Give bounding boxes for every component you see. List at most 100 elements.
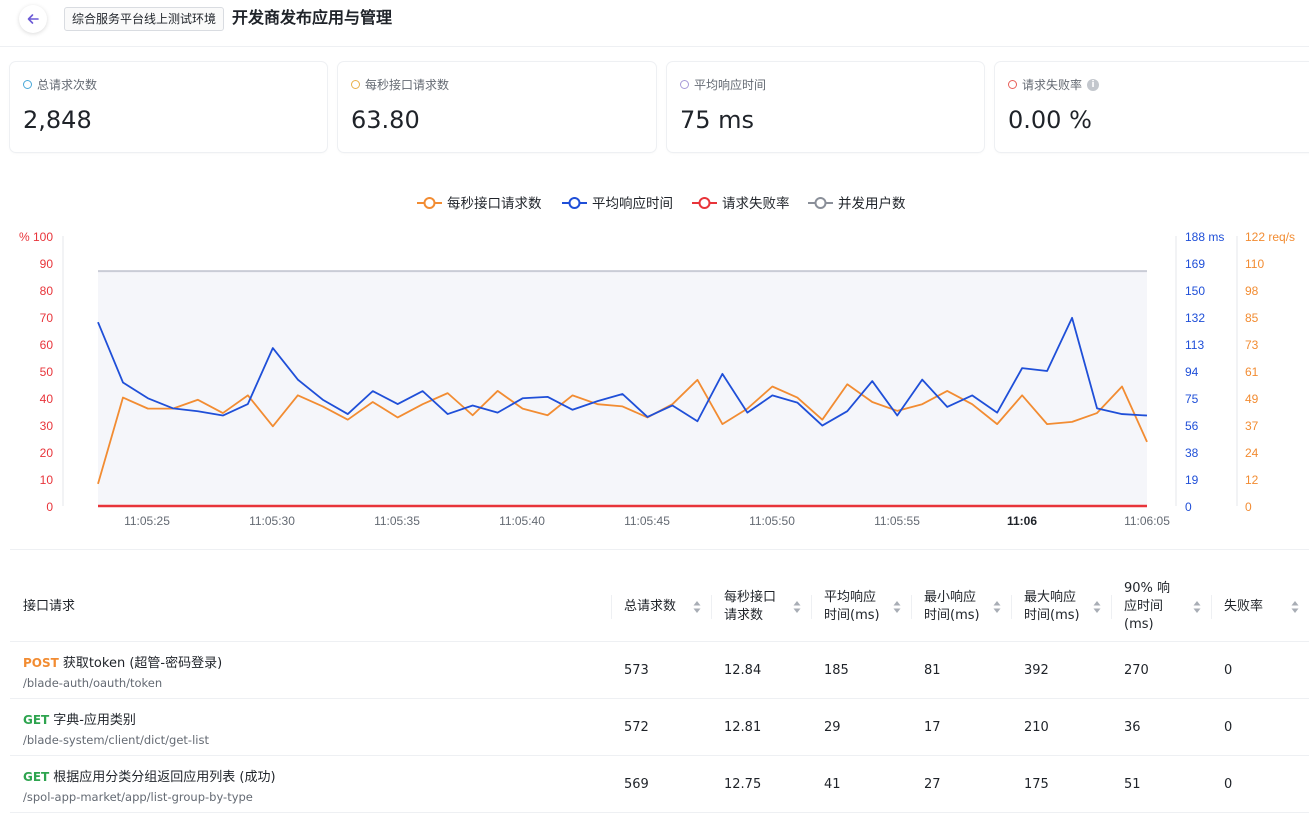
cell-total-requests: 573 <box>624 662 649 678</box>
api-name: GET 字典-应用类别 <box>23 713 136 728</box>
y-tick-left: 50 <box>40 365 54 379</box>
table-row[interactable]: GET 字典-应用类别 /blade-system/client/dict/get… <box>10 699 1309 756</box>
sort-icon[interactable] <box>993 600 1001 614</box>
status-dot-icon <box>680 80 689 89</box>
stat-card-avg-response-time: 平均响应时间 75 ms <box>667 62 984 152</box>
y-tick-right-ms: 56 <box>1185 419 1199 433</box>
cell-min-response: 81 <box>924 662 941 678</box>
sort-icon[interactable] <box>1093 600 1101 614</box>
api-name: GET 根据应用分类分组返回应用列表 (成功) <box>23 770 276 785</box>
x-tick-label: 11:06:05 <box>1124 514 1170 528</box>
column-header-total-requests[interactable]: 总请求数 <box>611 573 711 641</box>
y-tick-left: 30 <box>40 419 54 433</box>
legend-marker-icon <box>423 197 436 209</box>
sort-icon[interactable] <box>693 600 701 614</box>
y-tick-right-req: 61 <box>1245 365 1259 379</box>
cell-max-response: 175 <box>1024 776 1049 792</box>
cell-avg-response: 29 <box>824 719 841 735</box>
column-header-min-response[interactable]: 最小响应 时间(ms) <box>911 573 1011 641</box>
arrow-left-icon <box>27 14 39 24</box>
y-tick-right-req: 49 <box>1245 392 1259 406</box>
y-tick-right-ms: 188 ms <box>1185 230 1224 244</box>
back-button[interactable] <box>19 5 47 33</box>
x-tick-label: 11:05:35 <box>374 514 420 528</box>
cell-min-response: 17 <box>924 719 941 735</box>
cell-avg-response: 185 <box>824 662 849 678</box>
cell-failure-rate: 0 <box>1224 662 1233 678</box>
environment-tag: 综合服务平台线上测试环境 <box>64 7 225 31</box>
y-tick-right-ms: 38 <box>1185 446 1199 460</box>
y-tick-right-ms: 113 <box>1185 338 1204 352</box>
y-tick-left: 20 <box>40 446 54 460</box>
y-tick-right-req: 98 <box>1245 284 1259 298</box>
x-tick-label: 11:05:50 <box>749 514 795 528</box>
status-dot-icon <box>23 80 32 89</box>
cell-max-response: 392 <box>1024 662 1049 678</box>
cell-total-requests: 572 <box>624 719 649 735</box>
table-header: 接口请求 总请求数 每秒接口 请求数 平均响应 时间(ms) 最小响应 时间(m… <box>10 573 1309 642</box>
status-dot-icon <box>1008 80 1017 89</box>
legend-marker-icon <box>698 197 711 209</box>
cell-total-requests: 569 <box>624 776 649 792</box>
api-stats-table: 接口请求 总请求数 每秒接口 请求数 平均响应 时间(ms) 最小响应 时间(m… <box>10 573 1309 813</box>
y-tick-right-ms: 132 <box>1185 311 1205 325</box>
cell-avg-response: 41 <box>824 776 841 792</box>
y-tick-right-ms: 169 <box>1185 257 1205 271</box>
y-tick-left: 40 <box>40 392 54 406</box>
y-tick-right-req: 122 req/s <box>1245 230 1295 244</box>
column-header-max-response[interactable]: 最大响应 时间(ms) <box>1011 573 1111 641</box>
y-tick-left: 90 <box>40 257 54 271</box>
table-row[interactable]: GET 根据应用分类分组返回应用列表 (成功) /spol-app-market/… <box>10 756 1309 813</box>
y-axis-left-label: % 100 <box>19 230 53 244</box>
stat-value: 75 ms <box>680 106 755 134</box>
y-tick-left: 70 <box>40 311 54 325</box>
sort-icon[interactable] <box>1193 600 1201 614</box>
y-tick-right-ms: 150 <box>1185 284 1205 298</box>
page-title: 开发商发布应用与管理 <box>232 8 393 27</box>
sort-icon[interactable] <box>1291 600 1299 614</box>
column-header-failure-rate[interactable]: 失败率 <box>1211 573 1309 641</box>
stat-card-failure-rate: 请求失败率 i 0.00 % <box>995 62 1309 152</box>
performance-line-chart: 每秒接口请求数 平均响应时间 请求失败率 并发用户数 % 100 90 80 70 60 50 40… <box>19 195 1295 528</box>
column-header-p90-response[interactable]: 90% 响 应时间 (ms) <box>1111 573 1211 641</box>
y-tick-right-ms: 19 <box>1185 473 1199 487</box>
stat-value: 63.80 <box>351 106 420 134</box>
stat-label: 每秒接口请求数 <box>365 78 450 92</box>
status-dot-icon <box>351 80 360 89</box>
y-tick-right-req: 110 <box>1245 257 1264 271</box>
sort-icon[interactable] <box>893 600 901 614</box>
column-header-requests-per-second[interactable]: 每秒接口 请求数 <box>711 573 811 641</box>
cell-p90-response: 36 <box>1124 719 1141 735</box>
y-tick-left: 0 <box>46 500 53 514</box>
legend-label: 并发用户数 <box>838 195 906 211</box>
cell-requests-per-second: 12.81 <box>724 719 762 735</box>
cell-failure-rate: 0 <box>1224 776 1233 792</box>
y-tick-right-req: 12 <box>1245 473 1259 487</box>
sort-icon[interactable] <box>793 600 801 614</box>
column-header-avg-response[interactable]: 平均响应 时间(ms) <box>811 573 911 641</box>
column-header-api: 接口请求 <box>23 599 76 614</box>
api-path: /blade-system/client/dict/get-list <box>23 733 209 747</box>
cell-requests-per-second: 12.75 <box>724 776 762 792</box>
legend-marker-icon <box>814 197 827 209</box>
cell-p90-response: 270 <box>1124 662 1149 678</box>
api-path: /spol-app-market/app/list-group-by-type <box>23 790 253 804</box>
y-tick-right-ms: 94 <box>1185 365 1199 379</box>
stat-card-requests-per-second: 每秒接口请求数 63.80 <box>338 62 656 152</box>
cell-p90-response: 51 <box>1124 776 1141 792</box>
x-tick-label: 11:05:55 <box>874 514 920 528</box>
stat-card-total-requests: 总请求次数 2,848 <box>10 62 327 152</box>
table-row[interactable]: POST 获取token (超管-密码登录) /blade-auth/oauth/… <box>10 642 1309 699</box>
stat-label: 平均响应时间 <box>694 78 767 92</box>
http-method-badge: GET <box>23 770 50 784</box>
x-tick-label: 11:06 <box>1007 514 1037 528</box>
legend-label: 平均响应时间 <box>592 195 673 211</box>
stat-value: 2,848 <box>23 106 92 134</box>
x-tick-label: 11:05:40 <box>499 514 545 528</box>
info-icon[interactable]: i <box>1087 78 1100 91</box>
cell-failure-rate: 0 <box>1224 719 1233 735</box>
cell-requests-per-second: 12.84 <box>724 662 762 678</box>
y-tick-left: 10 <box>40 473 54 487</box>
stat-value: 0.00 % <box>1008 106 1092 134</box>
api-name: POST 获取token (超管-密码登录) <box>23 656 223 671</box>
